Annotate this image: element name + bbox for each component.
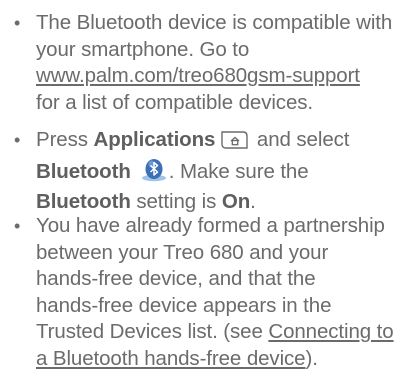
text-line: your smartphone. Go to	[36, 37, 410, 64]
text-line: www.palm.com/treo680gsm-support	[36, 63, 410, 90]
connecting-link-part2[interactable]: a Bluetooth hands-free device	[36, 347, 305, 370]
text-fragment: . Make sure the	[169, 160, 309, 183]
list-item-text: Press Applications and select Bluetooth.…	[36, 127, 410, 216]
text-line: Press Applications and select	[36, 127, 410, 158]
bullet-marker: •	[14, 10, 20, 37]
text-line: Trusted Devices list. (see Connecting to	[36, 319, 410, 346]
text-line: a Bluetooth hands-free device).	[36, 346, 410, 372]
text-line: between your Treo 680 and your	[36, 240, 410, 267]
text-line: Bluetooth . Make sure the	[36, 158, 410, 190]
text-line: You have already formed a partnership	[36, 213, 410, 240]
connecting-link-part1[interactable]: Connecting to	[268, 320, 393, 343]
bluetooth-icon	[139, 158, 169, 190]
text-fragment: setting is	[131, 190, 222, 213]
applications-label: Applications	[94, 128, 216, 151]
bullet-marker: •	[14, 127, 20, 154]
text-fragment: .	[250, 190, 256, 213]
text-line: for a list of compatible devices.	[36, 90, 410, 117]
applications-icon	[219, 130, 249, 158]
text-fragment: and select	[251, 128, 349, 151]
support-link[interactable]: www.palm.com/treo680gsm-support	[36, 64, 360, 87]
on-value: On	[222, 190, 250, 213]
text-line: The Bluetooth device is compatible with	[36, 10, 410, 37]
bullet-marker: •	[14, 213, 20, 240]
list-item-text: You have already formed a partnership be…	[36, 213, 410, 372]
bluetooth-setting-label: Bluetooth	[36, 190, 131, 213]
text-line: Bluetooth setting is On.	[36, 189, 410, 216]
bluetooth-label: Bluetooth	[36, 160, 131, 183]
list-item-text: The Bluetooth device is compatible with …	[36, 10, 410, 116]
document-page: • The Bluetooth device is compatible wit…	[0, 0, 413, 356]
text-fragment: Press	[36, 128, 94, 151]
text-fragment: Trusted Devices list. (see	[36, 320, 268, 343]
text-line: hands-free device appears in the	[36, 293, 410, 320]
text-fragment: ).	[305, 347, 317, 370]
text-line: hands-free device, and that the	[36, 266, 410, 293]
